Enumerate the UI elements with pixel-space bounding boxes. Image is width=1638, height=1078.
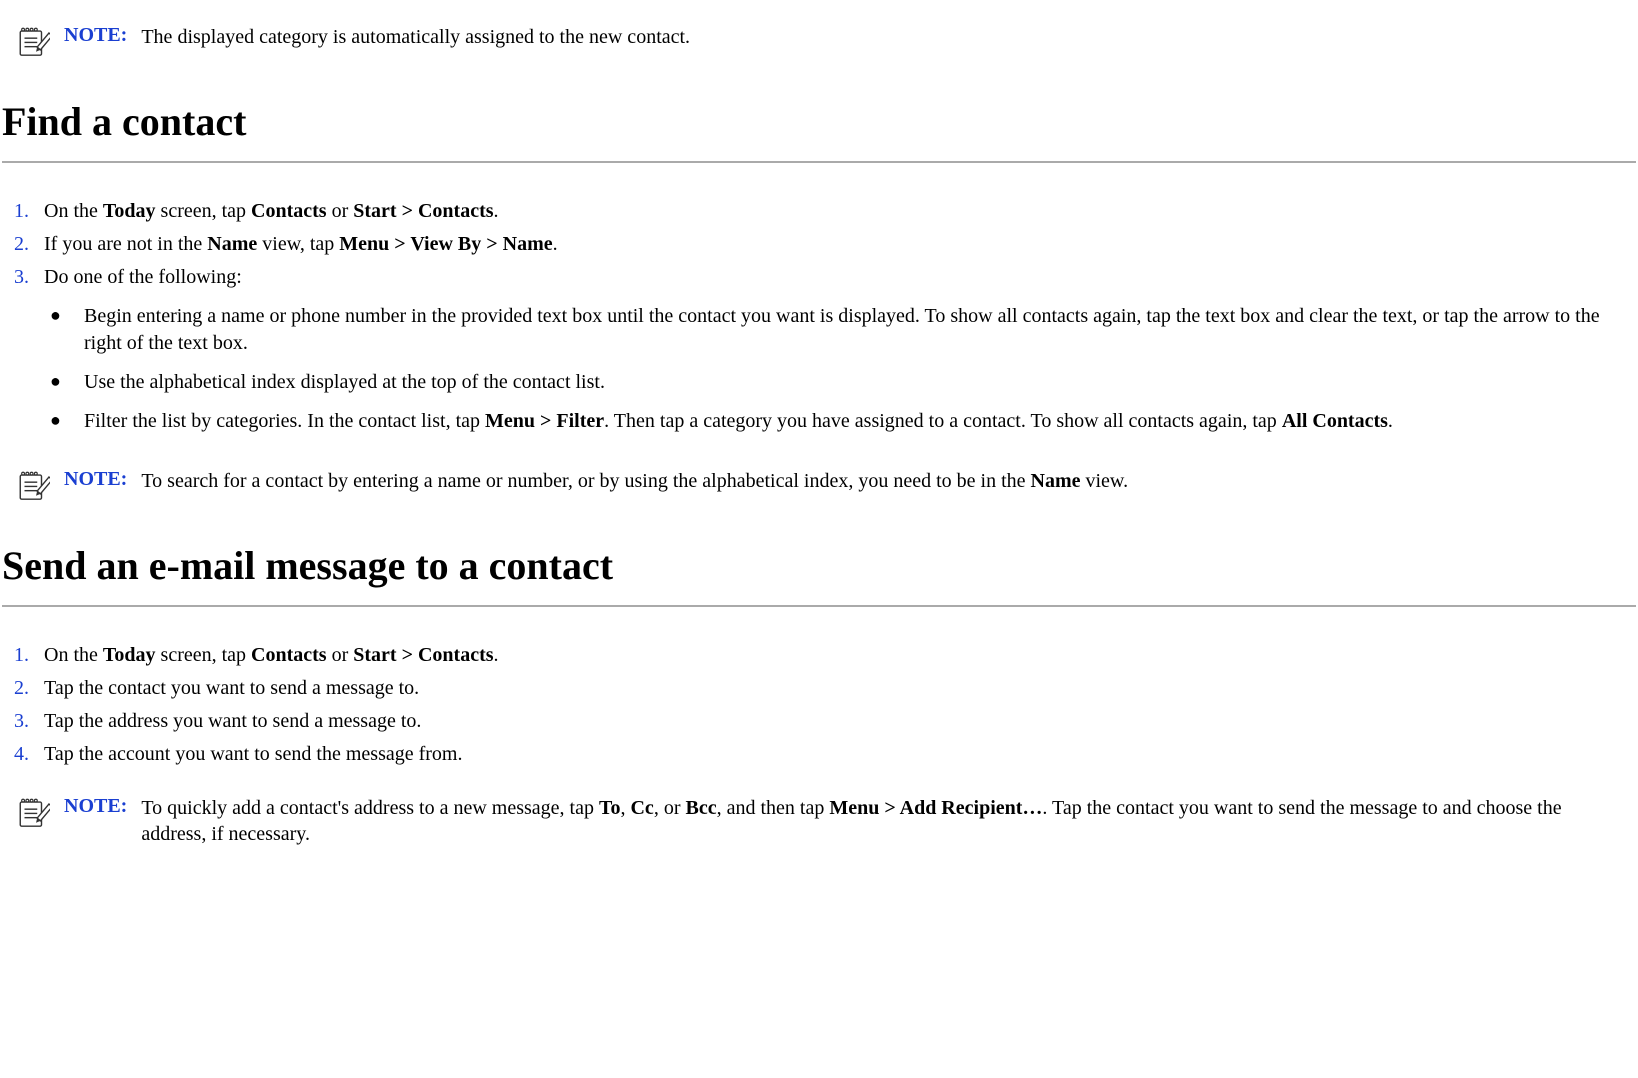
step-body: On the Today screen, tap Contacts or Sta… (44, 642, 1632, 669)
note-block: NOTE: To quickly add a contact's address… (16, 793, 1626, 847)
sub-item: ●Filter the list by categories. In the c… (44, 402, 1632, 441)
note-label: NOTE: (64, 793, 127, 818)
send-email-steps: 1.On the Today screen, tap Contacts or S… (10, 639, 1632, 771)
step-number: 2. (10, 675, 44, 702)
step-body: On the Today screen, tap Contacts or Sta… (44, 198, 1632, 225)
note-text: The displayed category is automatically … (141, 22, 1626, 50)
sub-list: ●Begin entering a name or phone number i… (44, 297, 1632, 441)
note-block: NOTE: To search for a contact by enterin… (16, 466, 1626, 502)
heading-send-email: Send an e-mail message to a contact (2, 542, 1636, 589)
sub-item: ●Begin entering a name or phone number i… (44, 297, 1632, 363)
divider (2, 161, 1636, 163)
step-body: Do one of the following:●Begin entering … (44, 264, 1632, 441)
note-label: NOTE: (64, 22, 127, 47)
notepad-icon (16, 795, 50, 829)
step-item: 3.Do one of the following:●Begin enterin… (10, 261, 1632, 444)
bullet-icon: ● (44, 303, 84, 327)
notepad-icon (16, 24, 50, 58)
note-text: To search for a contact by entering a na… (141, 466, 1626, 494)
heading-find-contact: Find a contact (2, 98, 1636, 145)
step-number: 1. (10, 198, 44, 225)
step-item: 1.On the Today screen, tap Contacts or S… (10, 195, 1632, 228)
step-item: 2.Tap the contact you want to send a mes… (10, 672, 1632, 705)
step-item: 1.On the Today screen, tap Contacts or S… (10, 639, 1632, 672)
sub-item: ●Use the alphabetical index displayed at… (44, 363, 1632, 402)
divider (2, 605, 1636, 607)
bullet-icon: ● (44, 408, 84, 432)
sub-body: Filter the list by categories. In the co… (84, 408, 1632, 435)
step-number: 4. (10, 741, 44, 768)
step-number: 1. (10, 642, 44, 669)
step-number: 3. (10, 708, 44, 735)
step-body: Tap the contact you want to send a messa… (44, 675, 1632, 702)
step-item: 2.If you are not in the Name view, tap M… (10, 228, 1632, 261)
step-item: 3.Tap the address you want to send a mes… (10, 705, 1632, 738)
step-body: If you are not in the Name view, tap Men… (44, 231, 1632, 258)
step-number: 3. (10, 264, 44, 291)
note-text: To quickly add a contact's address to a … (141, 793, 1626, 847)
bullet-icon: ● (44, 369, 84, 393)
find-contact-steps: 1.On the Today screen, tap Contacts or S… (10, 195, 1632, 444)
step-body: Tap the address you want to send a messa… (44, 708, 1632, 735)
note-label: NOTE: (64, 466, 127, 491)
step-body: Tap the account you want to send the mes… (44, 741, 1632, 768)
sub-body: Use the alphabetical index displayed at … (84, 369, 1632, 396)
notepad-icon (16, 468, 50, 502)
step-item: 4.Tap the account you want to send the m… (10, 738, 1632, 771)
step-number: 2. (10, 231, 44, 258)
note-block: NOTE: The displayed category is automati… (16, 22, 1626, 58)
sub-body: Begin entering a name or phone number in… (84, 303, 1632, 357)
